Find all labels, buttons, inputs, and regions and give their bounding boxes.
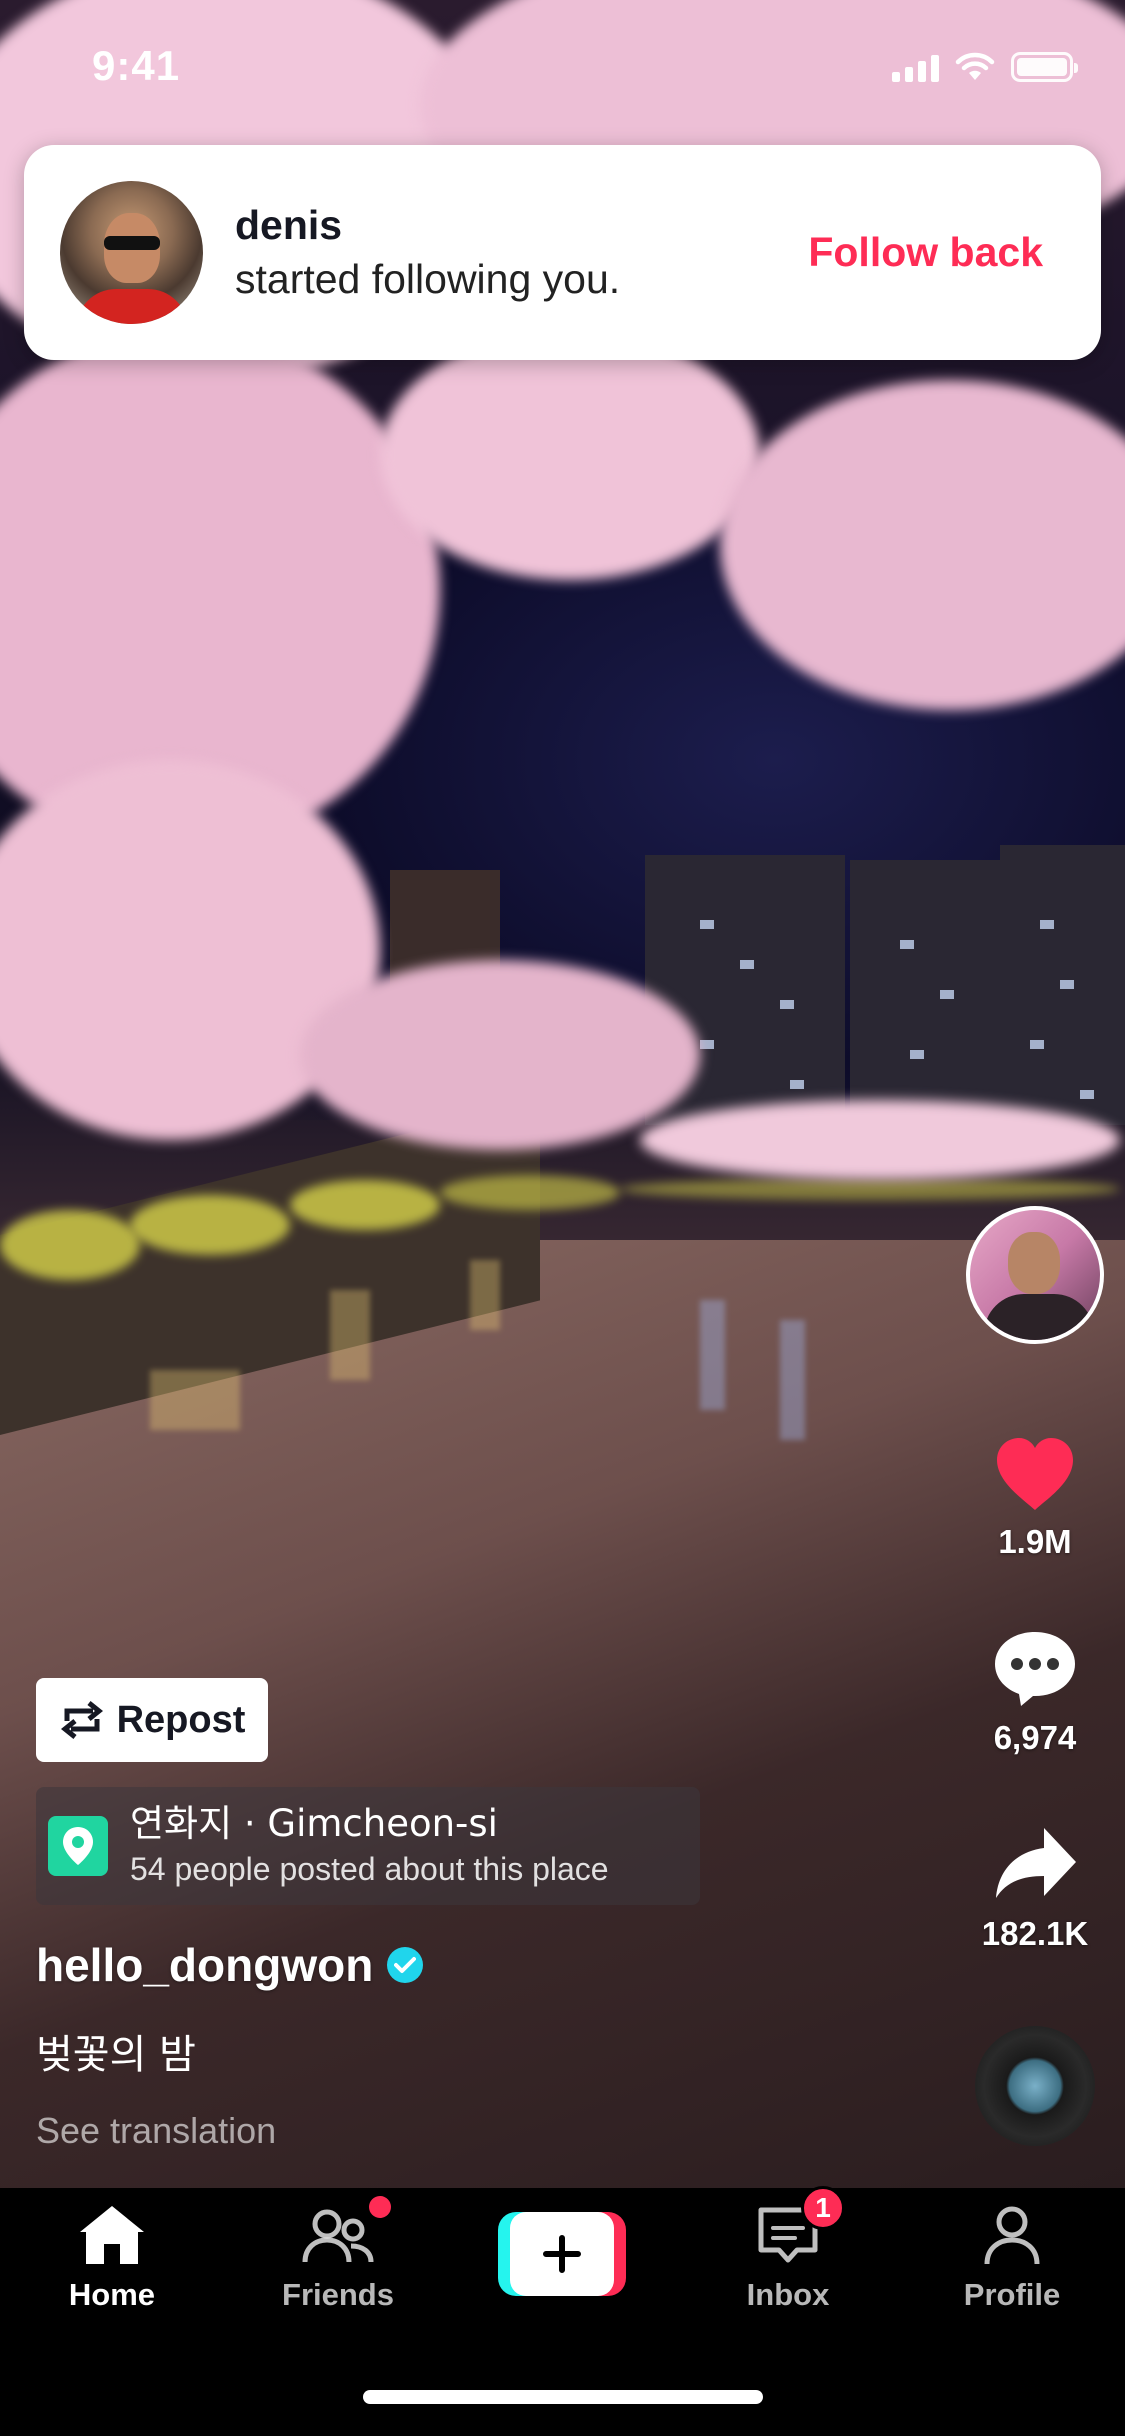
like-button[interactable]: 1.9M (960, 1436, 1110, 1561)
light-reflection (700, 1300, 725, 1410)
status-time: 9:41 (92, 42, 181, 89)
username-row[interactable]: hello_dongwon (36, 1938, 424, 1992)
building-window (910, 1050, 924, 1059)
music-disc[interactable] (975, 2026, 1095, 2146)
avatar[interactable] (60, 181, 203, 324)
status-bar: 9:41 (0, 0, 1125, 140)
creator-avatar[interactable] (966, 1206, 1104, 1344)
location-title: 연화지 · Gimcheon-si (130, 1802, 498, 1845)
light-reflection (780, 1320, 805, 1440)
location-subtitle: 54 people posted about this place (130, 1851, 609, 1887)
friends-icon (302, 2209, 374, 2263)
home-icon (80, 2206, 144, 2264)
share-arrow-icon (996, 1828, 1076, 1898)
building-window (700, 1040, 714, 1049)
tab-friends[interactable]: Friends (248, 2196, 428, 2313)
lit-hedge (0, 1210, 140, 1280)
light-reflection (470, 1260, 500, 1330)
building-window (790, 1080, 804, 1089)
follow-notification[interactable]: denis started following you. Follow back (24, 145, 1101, 360)
home-indicator[interactable] (363, 2390, 763, 2404)
apartment-building (850, 860, 1000, 1125)
building-window (1030, 1040, 1044, 1049)
lit-hedge (130, 1195, 290, 1255)
tab-inbox-label: Inbox (746, 2277, 830, 2312)
heart-icon (997, 1438, 1073, 1510)
building-window (740, 960, 754, 969)
tab-inbox[interactable]: 1 Inbox (698, 2186, 878, 2313)
post-caption: 벚꽃의 밤 (36, 2032, 196, 2078)
light-reflection (330, 1290, 370, 1380)
tab-friends-label: Friends (282, 2277, 394, 2312)
follow-back-button[interactable]: Follow back (808, 229, 1043, 276)
comment-button[interactable]: 6,974 (960, 1628, 1110, 1757)
verified-check-icon (387, 1947, 424, 1983)
wifi-icon (955, 52, 995, 80)
cellular-signal-icon (892, 54, 939, 82)
tab-home-label: Home (68, 2277, 156, 2312)
notification-username: denis (235, 201, 343, 248)
repost-button[interactable]: Repost (36, 1678, 268, 1762)
see-translation-link[interactable]: See translation (36, 2110, 276, 2152)
cherry-blossoms (300, 960, 700, 1150)
location-pin-icon (48, 1816, 108, 1876)
username[interactable]: hello_dongwon (36, 1938, 373, 1992)
comment-count: 6,974 (993, 1719, 1077, 1756)
location-tag[interactable]: 연화지 · Gimcheon-si 54 people posted about… (36, 1787, 700, 1905)
repost-label: Repost (116, 1698, 246, 1741)
tab-profile-label: Profile (963, 2277, 1061, 2312)
building-window (900, 940, 914, 949)
notification-dot (369, 2196, 391, 2218)
comment-icon (995, 1632, 1075, 1706)
building-window (700, 920, 714, 929)
like-count: 1.9M (998, 1523, 1072, 1560)
cherry-blossoms (640, 1100, 1120, 1180)
share-count: 182.1K (981, 1915, 1089, 1952)
share-button[interactable]: 182.1K (960, 1824, 1110, 1953)
profile-icon (984, 2206, 1040, 2265)
light-reflection (150, 1370, 240, 1430)
lit-hedge (440, 1175, 620, 1210)
building-window (1080, 1090, 1094, 1099)
inbox-badge: 1 (801, 2186, 845, 2230)
battery-icon (1011, 52, 1078, 82)
tab-home[interactable]: Home (22, 2202, 202, 2313)
building-window (940, 990, 954, 999)
building-window (1060, 980, 1074, 989)
cherry-blossoms (380, 330, 760, 580)
repost-icon (60, 1701, 103, 1739)
building-window (780, 1000, 794, 1009)
notification-text: denis started following you. (235, 199, 808, 307)
plus-icon (510, 2212, 614, 2296)
notification-message: started following you. (235, 255, 621, 302)
status-icons (892, 52, 1078, 82)
building-window (1040, 920, 1054, 929)
create-button[interactable] (498, 2212, 626, 2296)
lit-hedge (620, 1178, 1120, 1200)
tab-profile[interactable]: Profile (922, 2202, 1102, 2313)
lit-hedge (290, 1180, 440, 1230)
location-text: 연화지 · Gimcheon-si 54 people posted about… (130, 1801, 609, 1891)
